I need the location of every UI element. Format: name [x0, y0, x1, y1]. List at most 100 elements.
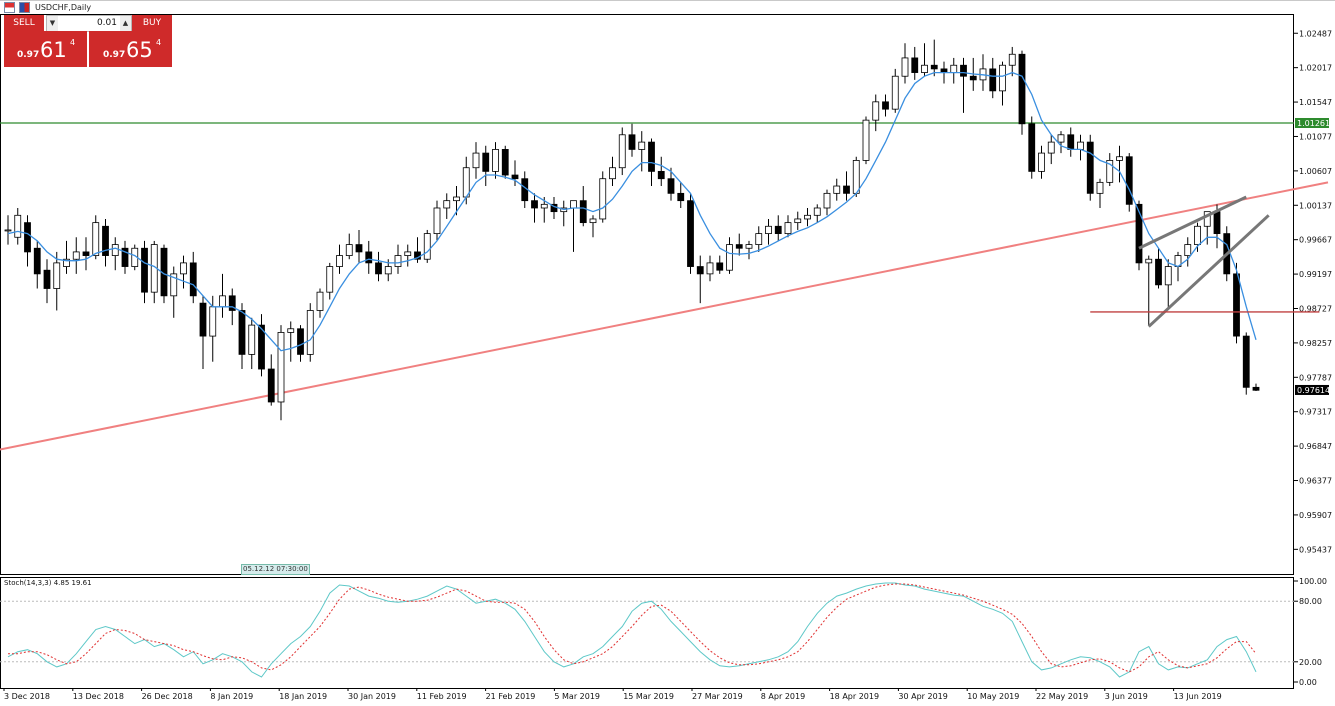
x-tick-label: 30 Jan 2019: [348, 692, 396, 701]
bear-candle-body: [687, 200, 694, 267]
y-tick-label: 1.00607: [1299, 167, 1332, 176]
candle: [531, 193, 538, 223]
candle: [901, 43, 909, 84]
x-tick-label: 13 Dec 2018: [73, 692, 124, 701]
x-tick-label: 26 Dec 2018: [142, 692, 193, 701]
candle: [111, 237, 119, 271]
candle: [1125, 153, 1133, 212]
bear-candle-body: [677, 192, 685, 202]
candle: [326, 262, 334, 300]
sell-button[interactable]: SELL: [4, 15, 44, 31]
candle: [609, 156, 616, 187]
buy-button[interactable]: BUY: [132, 15, 172, 31]
candle: [170, 266, 178, 318]
bull-candle-body: [950, 64, 958, 73]
candle: [765, 218, 772, 245]
y-tick-label: 0.99197: [1299, 270, 1332, 279]
sell-price-pips: 61: [40, 38, 67, 62]
candle: [794, 211, 802, 230]
wedge-upper-line: [1138, 195, 1247, 250]
arrow-up-icon[interactable]: ▲: [120, 16, 131, 31]
candle: [930, 39, 938, 77]
bear-candle-body: [1067, 134, 1075, 150]
candle: [813, 204, 821, 223]
lot-size-value[interactable]: 0.01: [97, 16, 117, 31]
candle: [735, 233, 743, 256]
bear-candle-body: [911, 57, 919, 73]
bear-candle-body: [501, 149, 509, 176]
candle: [219, 273, 226, 318]
bull-candle-body: [277, 332, 285, 403]
bear-candle-body: [141, 247, 148, 293]
candle: [63, 240, 70, 274]
candle: [365, 240, 373, 274]
candle: [1242, 332, 1250, 395]
candle: [1047, 134, 1055, 165]
candle: [141, 240, 148, 304]
candle: [72, 237, 80, 274]
bull-candle-body: [765, 225, 772, 235]
bear-candle-body: [774, 225, 782, 235]
arrow-down-icon[interactable]: ▼: [47, 16, 58, 31]
bull-candle-body: [336, 255, 343, 267]
bear-candle-body: [930, 64, 938, 70]
candle: [180, 255, 187, 289]
candle: [277, 325, 285, 421]
bear-candle-body: [1018, 53, 1026, 125]
bull-candle-body: [1194, 225, 1201, 245]
bull-candle-body: [53, 262, 61, 289]
x-tick-label: 27 Mar 2019: [692, 692, 743, 701]
bear-candle-body: [667, 178, 675, 194]
candle: [804, 207, 811, 227]
sell-price-button[interactable]: 0.97 61 4: [4, 31, 87, 67]
bull-candle-body: [589, 218, 597, 224]
bull-candle-body: [726, 244, 733, 271]
stoch-y-tick-label: 100.00: [1299, 577, 1327, 586]
candle: [316, 288, 324, 318]
x-tick-label: 10 May 2019: [967, 692, 1019, 701]
support-trendline: [0, 181, 1329, 451]
bear-candle-body: [1233, 273, 1240, 337]
bull-candle-body: [872, 101, 880, 121]
bull-candle-body: [248, 324, 256, 355]
bear-candle-body: [24, 222, 31, 253]
candle: [345, 233, 353, 260]
candle: [921, 43, 928, 77]
one-click-trading-panel: SELL ▼ 0.01 ▲ BUY 0.97 61 4 0.97 65 4: [4, 15, 172, 67]
candle: [716, 255, 724, 274]
candle: [1077, 134, 1084, 161]
chf-flag-icon: [19, 1, 30, 13]
price-chart[interactable]: 1.02487 1.02017 1.01547 1.01077 1.00607 1.001…: [0, 0, 1335, 706]
bull-candle-body: [862, 119, 870, 161]
candle: [1018, 50, 1026, 135]
buy-price-button[interactable]: 0.97 65 4: [89, 31, 172, 67]
stochastic-plot: 3 Dec 2018 13 Dec 2018 26 Dec 2018 8 Jan 20…: [0, 577, 1327, 701]
candle: [336, 244, 343, 274]
bull-candle-body: [219, 295, 226, 308]
stoch-plot-frame: [0, 577, 1294, 689]
candle: [33, 240, 41, 289]
candle: [375, 251, 382, 282]
candle: [599, 171, 607, 223]
bull-candle-body: [813, 207, 821, 216]
candle: [248, 317, 256, 370]
bull-candle-body: [921, 64, 928, 73]
bull-candle-body: [306, 310, 314, 355]
candle: [979, 54, 987, 91]
candle: [1164, 259, 1172, 307]
lot-size-stepper[interactable]: ▼ 0.01 ▲: [46, 15, 132, 32]
bull-candle-body: [404, 251, 412, 256]
bull-candle-body: [745, 244, 753, 249]
y-tick-label: 0.97317: [1299, 408, 1332, 417]
x-tick-label: 18 Apr 2019: [830, 692, 879, 701]
bear-candle-body: [628, 134, 636, 150]
bull-candle-body: [326, 266, 334, 293]
candle: [843, 171, 850, 201]
candle: [1252, 383, 1260, 391]
candle: [1106, 153, 1114, 187]
bull-candle-body: [180, 262, 187, 275]
y-tick-label: 1.02487: [1299, 29, 1332, 38]
candle: [423, 229, 431, 263]
candle: [189, 251, 197, 304]
bull-candle-body: [706, 262, 714, 275]
